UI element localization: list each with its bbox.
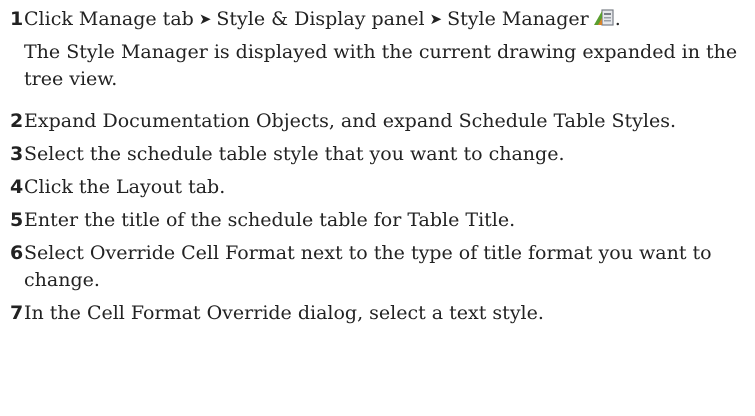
step-1-trailing: . — [614, 8, 621, 30]
separator-arrow: ➤ — [429, 10, 443, 28]
step-3: 3 Select the schedule table style that y… — [10, 141, 750, 168]
step-1-part-manage-tab: Click Manage tab — [24, 8, 194, 30]
instruction-list: 1 Click Manage tab ➤ Style & Display panel… — [10, 6, 750, 327]
step-number: 1 — [10, 8, 24, 30]
step-2: 2 Expand Documentation Objects, and expa… — [10, 108, 750, 135]
step-number: 4 — [10, 176, 24, 198]
step-1-part-style-manager: Style Manager — [447, 8, 589, 30]
step-number: 3 — [10, 143, 24, 165]
step-6: 6 Select Override Cell Format next to th… — [10, 240, 750, 294]
step-7: 7 In the Cell Format Override dialog, se… — [10, 300, 750, 327]
step-text: Select Override Cell Format next to the … — [24, 242, 712, 291]
step-text: Expand Documentation Objects, and expand… — [24, 110, 677, 132]
style-manager-icon — [593, 6, 615, 28]
step-text: Enter the title of the schedule table fo… — [24, 209, 516, 231]
step-4: 4 Click the Layout tab. — [10, 174, 750, 201]
step-text: Select the schedule table style that you… — [24, 143, 565, 165]
separator-arrow: ➤ — [198, 10, 212, 28]
step-5: 5 Enter the title of the schedule table … — [10, 207, 750, 234]
step-number: 6 — [10, 242, 24, 264]
step-1-part-style-display-panel: Style & Display panel — [216, 8, 425, 30]
step-number: 5 — [10, 209, 24, 231]
step-text: In the Cell Format Override dialog, sele… — [24, 302, 544, 324]
step-number: 7 — [10, 302, 24, 324]
step-number: 2 — [10, 110, 24, 132]
step-text: Click the Layout tab. — [24, 176, 226, 198]
step-1-result-note: The Style Manager is displayed with the … — [24, 41, 738, 90]
step-1: 1 Click Manage tab ➤ Style & Display panel… — [10, 6, 750, 33]
